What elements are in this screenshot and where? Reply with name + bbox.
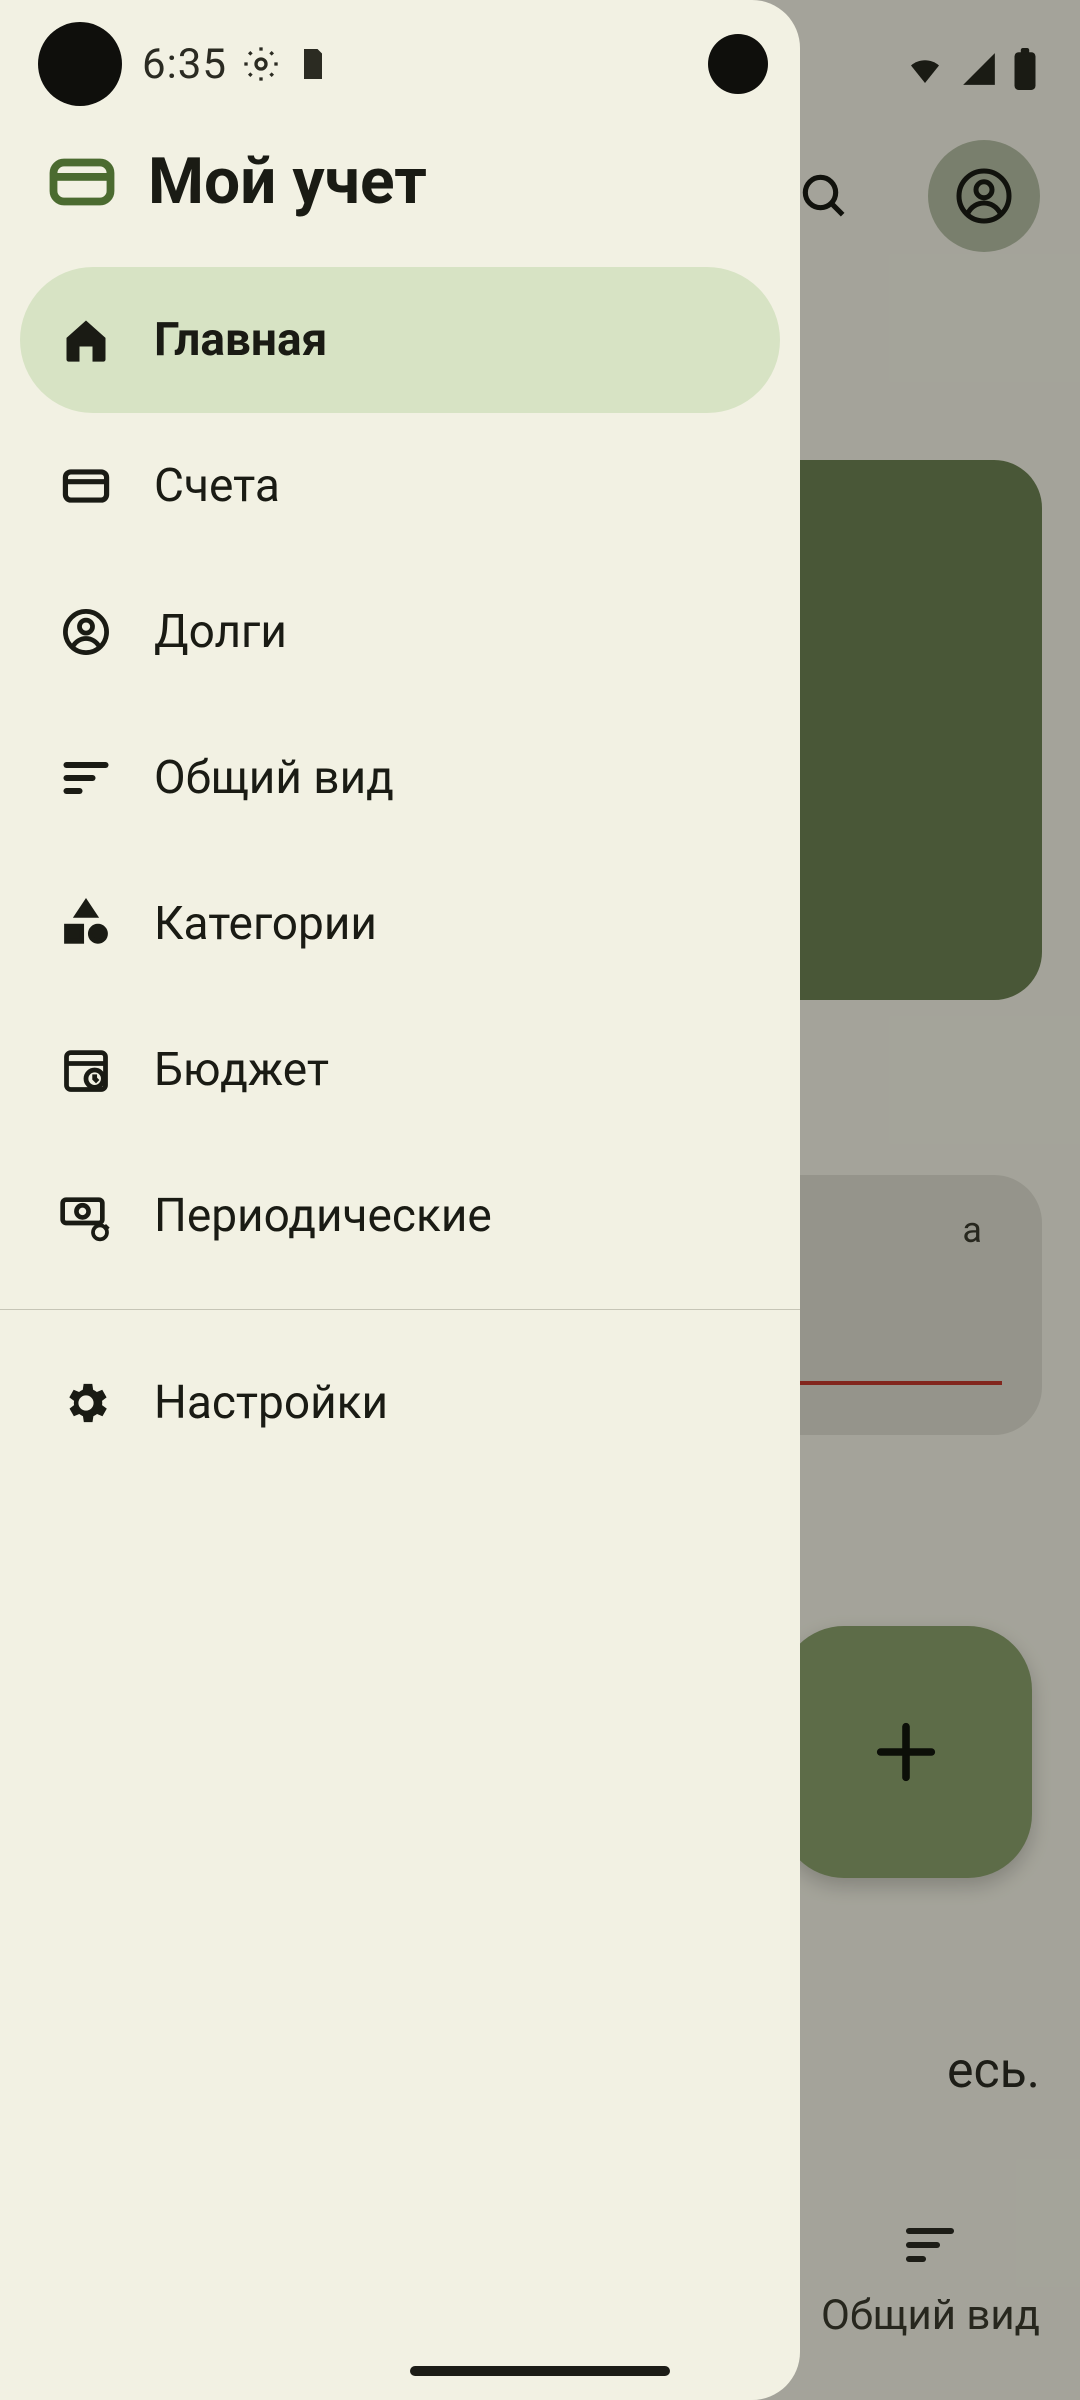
nav-item-label: Общий вид [154, 751, 394, 805]
nav-item-label: Долги [154, 605, 287, 659]
nav-item-budget[interactable]: Бюджет [20, 997, 780, 1143]
status-bar-left: 6:35 [20, 28, 780, 100]
camera-cutout [708, 34, 768, 94]
battery-icon [1012, 48, 1038, 90]
person-icon [58, 604, 114, 660]
status-time: 6:35 [142, 40, 227, 89]
wifi-icon [904, 48, 946, 90]
nav-item-label: Настройки [154, 1376, 388, 1430]
card-icon [58, 458, 114, 514]
gear-icon [58, 1375, 114, 1431]
status-bar-right [904, 48, 1038, 90]
nav-item-label: Периодические [154, 1189, 492, 1243]
nav-item-accounts[interactable]: Счета [20, 413, 780, 559]
signal-icon [960, 50, 998, 88]
nav-item-home[interactable]: Главная [20, 267, 780, 413]
status-avatar-dot [38, 22, 122, 106]
nav-item-overview[interactable]: Общий вид [20, 705, 780, 851]
nav-item-categories[interactable]: Категории [20, 851, 780, 997]
nav-item-recurring[interactable]: Периодические [20, 1143, 780, 1289]
shapes-icon [58, 896, 114, 952]
nav-item-label: Главная [154, 313, 327, 367]
nav-item-label: Категории [154, 897, 377, 951]
calendar-icon [58, 1042, 114, 1098]
recurring-icon [58, 1188, 114, 1244]
wallet-icon [46, 146, 118, 218]
drawer-header: Мой учет [20, 100, 780, 267]
drawer-title-text: Мой учет [148, 144, 427, 219]
home-icon [58, 312, 114, 368]
home-indicator[interactable] [410, 2366, 670, 2376]
nav-item-debts[interactable]: Долги [20, 559, 780, 705]
nav-item-label: Счета [154, 459, 280, 513]
drawer-divider [0, 1309, 800, 1310]
navigation-drawer: 6:35 Мой учет Главная Счета Долги Общий [0, 0, 800, 2400]
nav-item-label: Бюджет [154, 1043, 329, 1097]
sd-card-icon [295, 46, 331, 82]
settings-sync-icon [241, 44, 281, 84]
sort-icon [58, 750, 114, 806]
nav-item-settings[interactable]: Настройки [20, 1330, 780, 1476]
